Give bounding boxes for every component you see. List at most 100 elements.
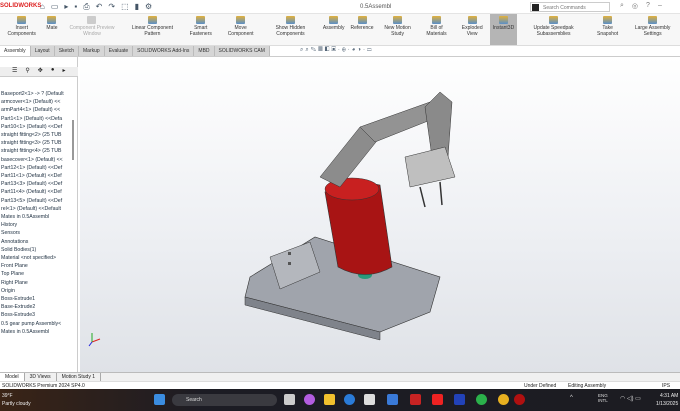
language-indicator[interactable]: ENG INTL xyxy=(598,393,612,403)
ribbon-button[interactable]: Large Assembly Settings xyxy=(625,14,680,45)
clock-time[interactable]: 4:31 AM xyxy=(660,393,678,399)
undo-icon[interactable]: ↶ xyxy=(96,2,103,12)
tree-item[interactable]: Material <not specified> xyxy=(1,254,73,262)
heads-up-view-toolbar[interactable]: ⌕⌕✎▦◧▣·⊕·◕◑·▭ xyxy=(300,47,374,54)
tab[interactable]: Markup xyxy=(79,46,105,56)
tree-item[interactable]: Part12<1> (Default) <<Def xyxy=(1,164,73,172)
ribbon-button[interactable]: Move Component xyxy=(220,14,261,45)
tree-item[interactable]: armcover<1> (Default) << xyxy=(1,98,73,106)
bottom-tab[interactable]: 3D Views xyxy=(25,373,57,381)
start-icon[interactable] xyxy=(154,394,165,405)
ribbon-button[interactable]: Insert Components xyxy=(0,14,43,45)
chrome-icon[interactable] xyxy=(498,394,509,405)
tree-item[interactable]: Boss-Extrude1 xyxy=(1,295,73,303)
tree-item[interactable]: Boss-Extrude3 xyxy=(1,311,73,319)
tree-item[interactable]: armPart4<1> (Default) << xyxy=(1,106,73,114)
user-icon[interactable]: ◎ xyxy=(632,2,638,10)
weather-desc[interactable]: Partly cloudy xyxy=(2,401,31,407)
tree-item[interactable]: Origin xyxy=(1,287,73,295)
edge-icon[interactable] xyxy=(344,394,355,405)
ribbon-button[interactable]: Take Snapshot xyxy=(590,14,625,45)
store-icon[interactable] xyxy=(364,394,375,405)
wifi-volume-battery-icon[interactable]: ◠ ◁) ▭ xyxy=(620,395,641,402)
minimize-icon[interactable]: – xyxy=(658,2,662,10)
ribbon-button[interactable]: Mate xyxy=(43,14,60,45)
tab[interactable]: Evaluate xyxy=(104,46,134,56)
tree-item[interactable]: Part13<3> (Default) <<Def xyxy=(1,180,73,188)
spotify-icon[interactable] xyxy=(476,394,487,405)
tree-item[interactable]: straight fitting<4> (25 TUB xyxy=(1,147,73,155)
ribbon-button[interactable]: Update Speedpak Subassemblies xyxy=(517,14,590,45)
rebuild-icon[interactable]: ▮ xyxy=(135,2,139,12)
tree-item[interactable]: Part10<1> (Default) <<Def xyxy=(1,123,73,131)
tree-item[interactable]: Mates in 0.5Assembl xyxy=(1,328,73,336)
tree-item[interactable]: straight fitting<3> (25 TUB xyxy=(1,139,73,147)
mcafee-icon[interactable] xyxy=(410,394,421,405)
tree-item[interactable]: Mates in 0.5Assembl xyxy=(1,213,73,221)
property-icon[interactable]: ⚲ xyxy=(25,67,29,76)
ribbon-button[interactable]: Assembly xyxy=(320,14,348,45)
tab[interactable]: SOLIDWORKS CAM xyxy=(214,46,270,56)
app-l-icon[interactable] xyxy=(454,394,465,405)
ribbon-button[interactable]: Reference xyxy=(348,14,377,45)
ribbon-button[interactable]: Component Preview Window xyxy=(61,14,124,45)
tree-item[interactable]: Front Plane xyxy=(1,262,73,270)
tab[interactable]: Assembly xyxy=(0,46,31,56)
tree-item[interactable]: Sensors xyxy=(1,229,73,237)
home-icon[interactable]: ⌂ xyxy=(40,2,45,12)
tree-item[interactable]: Part13<5> (Default) <<Def xyxy=(1,197,73,205)
ribbon-button[interactable]: Instant3D xyxy=(489,14,518,45)
tray-chevron-icon[interactable]: ^ xyxy=(570,395,573,401)
ribbon-button[interactable]: Exploded View xyxy=(455,14,490,45)
tree-item[interactable]: Right Plane xyxy=(1,279,73,287)
youtube-icon[interactable] xyxy=(432,394,443,405)
taskbar-search[interactable]: Search xyxy=(172,394,277,406)
options-icon[interactable]: ⚙ xyxy=(145,2,152,12)
save-icon[interactable]: ▪ xyxy=(74,2,77,12)
clock-date[interactable]: 1/13/2025 xyxy=(656,401,678,407)
task-view-icon[interactable] xyxy=(284,394,295,405)
app-icon[interactable] xyxy=(387,394,398,405)
tab[interactable]: MBD xyxy=(194,46,215,56)
bottom-tab[interactable]: Model xyxy=(0,373,25,381)
tree-item[interactable]: Top Plane xyxy=(1,270,73,278)
tree-item[interactable]: Solid Bodies(1) xyxy=(1,246,73,254)
tree-item[interactable]: Annotations xyxy=(1,238,73,246)
tree-item[interactable]: Part1<1> (Default) <<Defa xyxy=(1,115,73,123)
tree-scrollbar[interactable] xyxy=(72,120,74,160)
print-icon[interactable]: ⎙ xyxy=(83,2,89,12)
ribbon-button[interactable]: Linear Component Pattern xyxy=(123,14,181,45)
ribbon-button[interactable]: New Motion Study xyxy=(377,14,419,45)
copilot-icon[interactable] xyxy=(304,394,315,405)
open-icon[interactable]: ▸ xyxy=(64,2,68,12)
tree-item[interactable]: basecover<1> (Default) << xyxy=(1,156,73,164)
tab[interactable]: SOLIDWORKS Add-Ins xyxy=(133,46,195,56)
search-icon[interactable]: ⌕ xyxy=(620,2,624,10)
tree-item[interactable]: Part11<4> (Default) <<Def xyxy=(1,188,73,196)
tree-item[interactable]: 0.5 gear pump Assembly< xyxy=(1,320,73,328)
tree-item[interactable]: Baseport2<1> -> ? (Default xyxy=(1,90,73,98)
graphics-viewport[interactable] xyxy=(80,57,680,372)
ribbon-button[interactable]: Show Hidden Components xyxy=(261,14,320,45)
tab[interactable]: Layout xyxy=(30,46,55,56)
ribbon-button[interactable]: Smart Fasteners xyxy=(181,14,220,45)
ribbon-button[interactable]: Bill of Materials xyxy=(419,14,455,45)
config-icon[interactable]: ✥ xyxy=(38,67,43,76)
tree-item[interactable]: straight fitting<2> (25 TUB xyxy=(1,131,73,139)
appearance-icon[interactable]: ● xyxy=(51,67,55,76)
feature-tree-icon[interactable]: ☰ xyxy=(12,67,17,76)
solidworks-taskbar-icon[interactable] xyxy=(514,394,525,405)
tab[interactable]: Sketch xyxy=(54,46,79,56)
redo-icon[interactable]: ↷ xyxy=(108,2,115,12)
tree-item[interactable]: Part11<1> (Default) <<Def xyxy=(1,172,73,180)
help-icon[interactable]: ? xyxy=(646,2,650,10)
weather-temp[interactable]: 39°F xyxy=(2,393,13,399)
select-icon[interactable]: ⬚ xyxy=(121,2,129,12)
more-icon[interactable]: ▸ xyxy=(62,67,65,76)
new-icon[interactable]: ▭ xyxy=(51,2,59,12)
tree-item[interactable]: rel<1> (Default) <<Default xyxy=(1,205,73,213)
tree-item[interactable]: Base-Extrude2 xyxy=(1,303,73,311)
file-explorer-icon[interactable] xyxy=(324,394,335,405)
search-commands-input[interactable]: Search Commands xyxy=(530,2,610,12)
tree-item[interactable]: History xyxy=(1,221,73,229)
